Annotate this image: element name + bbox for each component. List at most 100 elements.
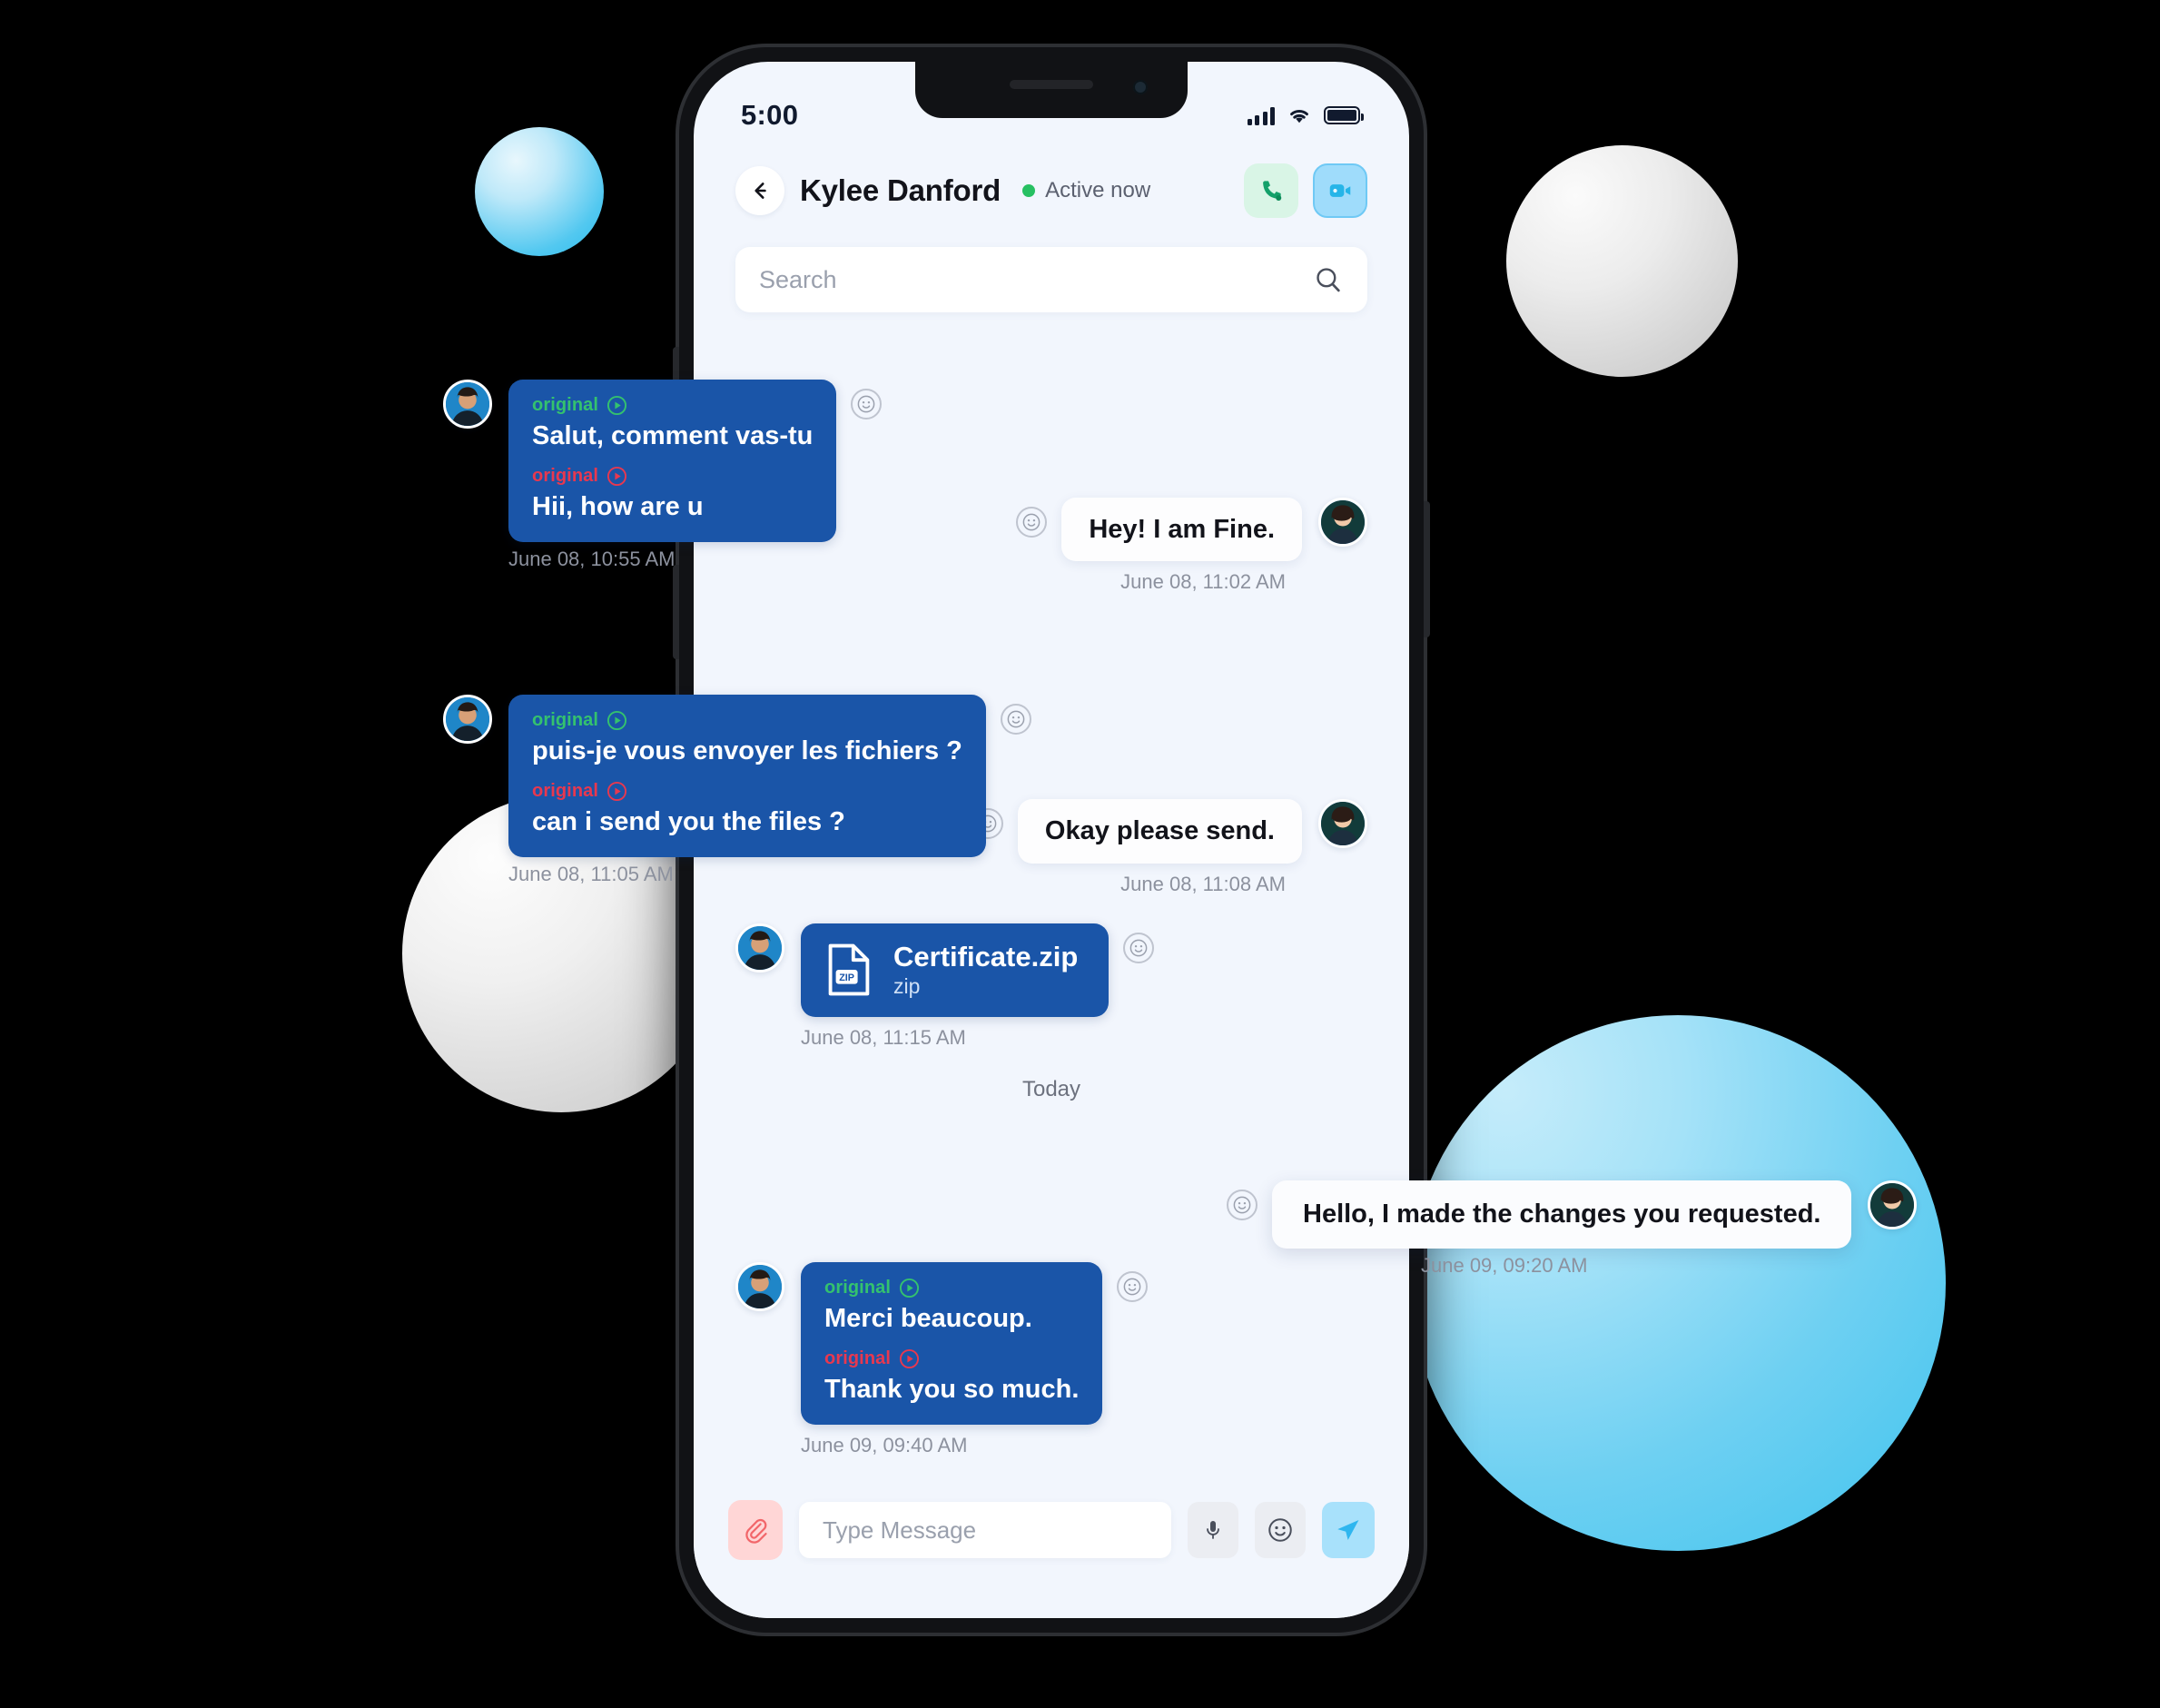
smiley-icon (1233, 1196, 1251, 1214)
original-label: original (824, 1348, 892, 1369)
online-dot-icon (1022, 184, 1036, 197)
message-bubble[interactable]: original puis-je vous envoyer les fichie… (508, 695, 986, 857)
message-timestamp: June 08, 11:08 AM (1120, 872, 1286, 895)
message-bubble[interactable]: Hello, I made the changes you requested. (1272, 1180, 1852, 1249)
phone-volume-down-button (673, 565, 679, 659)
message-timestamp: June 09, 09:20 AM (1421, 1254, 1588, 1278)
smiley-icon (1022, 513, 1041, 531)
play-circle-icon[interactable] (607, 395, 627, 416)
search-icon[interactable] (1313, 264, 1344, 295)
decorative-sphere-blue-top-left (475, 127, 604, 256)
voice-call-button[interactable] (1244, 163, 1298, 218)
popout-message-m6: Hello, I made the changes you requested.… (1212, 1180, 1918, 1278)
emoji-button[interactable] (1255, 1502, 1306, 1558)
reaction-button[interactable] (851, 389, 883, 420)
decorative-sphere-blue-bottom-right (1410, 1015, 1946, 1551)
attach-button[interactable] (728, 1500, 783, 1560)
play-circle-icon[interactable] (607, 466, 627, 487)
avatar (735, 923, 784, 972)
original-label: original (532, 465, 599, 486)
reaction-button[interactable] (1117, 1271, 1149, 1303)
play-circle-icon[interactable] (899, 1278, 920, 1298)
message-text: Hey! I am Fine. (1089, 515, 1275, 544)
presence-indicator: Active now (1022, 178, 1150, 203)
message-bubble[interactable]: Okay please send. (1017, 799, 1302, 864)
presence-label: Active now (1045, 178, 1151, 202)
chat-header: Kylee Danford Active now (694, 145, 1409, 227)
reaction-button[interactable] (1227, 1190, 1258, 1220)
status-bar: 5:00 (694, 62, 1409, 145)
smiley-icon (858, 395, 875, 413)
file-name: Certificate.zip (893, 940, 1079, 972)
avatar (443, 380, 492, 429)
reaction-button[interactable] (1000, 704, 1031, 735)
play-circle-icon[interactable] (607, 710, 627, 731)
message-row-outgoing: Hello, I made the changes you requested. (1212, 1180, 1918, 1249)
message-row-incoming: original Merci beaucoup. original Thank … (735, 1262, 1367, 1425)
reaction-button[interactable] (1123, 932, 1155, 963)
search-bar[interactable] (735, 247, 1367, 312)
timestamp-row: June 08, 11:15 AM (735, 1026, 1367, 1050)
original-label: original (532, 780, 599, 801)
avatar (1318, 498, 1367, 547)
message-text: Hello, I made the changes you requested. (1303, 1200, 1821, 1229)
timestamp-row: June 08, 11:02 AM (735, 570, 1367, 594)
reaction-button[interactable] (1016, 507, 1048, 538)
file-attachment-bubble[interactable]: ZIP Certificate.zip zip (801, 923, 1110, 1018)
timestamp-row: June 09, 09:40 AM (735, 1434, 1367, 1457)
phone-icon (1263, 181, 1282, 201)
send-paper-plane-icon (1337, 1520, 1359, 1540)
back-button[interactable] (735, 166, 784, 215)
message-text-translated: can i send you the files ? (532, 806, 845, 836)
message-text-original: Merci beaucoup. (824, 1304, 1032, 1334)
message-bubble[interactable]: Hey! I am Fine. (1061, 498, 1302, 562)
microphone-icon (1207, 1521, 1219, 1539)
voice-record-button[interactable] (1188, 1502, 1238, 1558)
message-row-incoming: original Salut, comment vas-tu original … (443, 380, 883, 542)
avatar (443, 695, 492, 744)
message-timestamp: June 08, 11:02 AM (1120, 570, 1286, 594)
message-timestamp: June 08, 10:55 AM (508, 547, 676, 570)
signal-bars-icon (1247, 105, 1275, 125)
file-type: zip (893, 974, 921, 999)
smiley-icon (1007, 710, 1025, 728)
translated-audio-row[interactable]: original (532, 781, 962, 802)
translated-audio-row[interactable]: original (532, 466, 813, 487)
play-circle-icon[interactable] (899, 1348, 920, 1369)
play-circle-icon[interactable] (607, 781, 627, 802)
message-timestamp: June 09, 09:40 AM (801, 1433, 968, 1456)
message-timestamp: June 08, 11:15 AM (801, 1026, 966, 1050)
arrow-left-icon (755, 183, 766, 199)
message-text-translated: Thank you so much. (824, 1375, 1080, 1405)
message-text-original: puis-je vous envoyer les fichiers ? (532, 736, 962, 765)
video-call-button[interactable] (1313, 163, 1367, 218)
search-input[interactable] (759, 265, 1313, 294)
message-text-original: Salut, comment vas-tu (532, 421, 814, 450)
decorative-sphere-gray-top-right (1506, 145, 1738, 377)
message-row-incoming: ZIP Certificate.zip zip (735, 923, 1367, 1018)
zip-file-icon: ZIP (828, 944, 870, 996)
smiley-icon (1129, 939, 1148, 956)
send-button[interactable] (1322, 1502, 1375, 1558)
svg-text:ZIP: ZIP (839, 972, 854, 983)
wifi-icon (1290, 110, 1308, 123)
translated-audio-row[interactable]: original (824, 1348, 1079, 1369)
original-label: original (824, 1278, 892, 1298)
original-audio-row[interactable]: original (532, 710, 962, 731)
message-row-incoming: original puis-je vous envoyer les fichie… (443, 695, 1031, 857)
message-text: Okay please send. (1044, 816, 1275, 846)
original-audio-row[interactable]: original (824, 1278, 1079, 1298)
message-input-wrapper[interactable] (799, 1502, 1171, 1558)
message-composer (694, 1482, 1409, 1618)
smiley-icon (1124, 1278, 1141, 1296)
message-text-translated: Hii, how are u (532, 491, 704, 521)
message-input[interactable] (823, 1515, 1148, 1545)
status-indicators (1247, 105, 1364, 125)
avatar (1318, 799, 1367, 849)
search-section (694, 227, 1409, 312)
original-label: original (532, 395, 599, 415)
message-bubble[interactable]: original Merci beaucoup. original Thank … (801, 1262, 1103, 1425)
original-audio-row[interactable]: original (532, 395, 813, 416)
peer-name: Kylee Danford (800, 173, 1001, 207)
message-bubble[interactable]: original Salut, comment vas-tu original … (508, 380, 837, 542)
